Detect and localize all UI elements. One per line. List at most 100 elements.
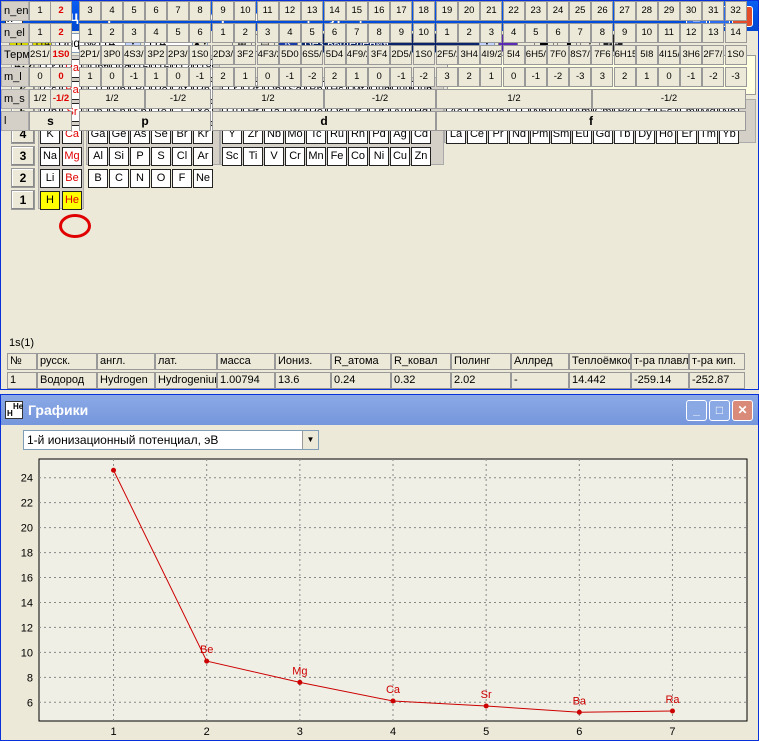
data-point xyxy=(204,658,210,664)
close-button[interactable]: ✕ xyxy=(732,400,753,421)
table-cell: 4 xyxy=(101,1,123,21)
y-tick-label: 14 xyxy=(21,597,33,609)
element-cell[interactable]: Ne xyxy=(193,169,213,188)
point-label: Mg xyxy=(292,665,307,677)
element-cell[interactable]: Ar xyxy=(193,147,213,166)
table-cell: 29 xyxy=(658,1,680,21)
table-cell: 7 xyxy=(167,1,189,21)
element-cell[interactable]: Ti xyxy=(243,147,263,166)
table-cell: 11 xyxy=(658,23,680,43)
table-cell: 3P0 xyxy=(101,45,123,65)
table-cell: 22 xyxy=(502,1,525,21)
table-row-label: m_s xyxy=(1,89,29,109)
element-cell[interactable]: Li xyxy=(40,169,60,188)
table-cell: 7F6 xyxy=(591,45,614,65)
prop-value: 0.24 xyxy=(331,372,391,389)
table-cell: 6 xyxy=(189,23,211,43)
element-cell[interactable]: Fe xyxy=(327,147,347,166)
element-cell[interactable]: S xyxy=(151,147,171,166)
element-cell[interactable]: Al xyxy=(88,147,108,166)
table-cell: 0 xyxy=(368,67,391,87)
table-cell: 1 xyxy=(436,23,458,43)
table-cell: 25 xyxy=(569,1,592,21)
table-cell: 30 xyxy=(680,1,703,21)
table-cell: 1 xyxy=(212,23,234,43)
prop-value: Водород xyxy=(37,372,97,389)
element-cell[interactable]: F xyxy=(172,169,192,188)
table-cell: 9 xyxy=(613,23,636,43)
element-cell[interactable]: B xyxy=(88,169,108,188)
element-cell[interactable]: Cu xyxy=(390,147,410,166)
table-cell: 2 xyxy=(50,23,72,43)
element-cell[interactable]: Cl xyxy=(172,147,192,166)
data-point xyxy=(483,703,489,709)
y-tick-label: 10 xyxy=(21,647,33,659)
element-cell[interactable]: Mg xyxy=(62,147,82,166)
element-cell[interactable]: Be xyxy=(62,169,82,188)
table-cell: 3P2 xyxy=(145,45,167,65)
prop-value: 1.00794 xyxy=(217,372,275,389)
table-cell: 18 xyxy=(412,1,435,21)
point-label: Sr xyxy=(481,689,492,701)
x-tick-label: 5 xyxy=(483,726,489,737)
table-cell: -2 xyxy=(702,67,725,87)
table-cell: 5 xyxy=(524,23,547,43)
element-cell[interactable]: Na xyxy=(40,147,60,166)
element-cell[interactable]: Si xyxy=(109,147,129,166)
y-tick-label: 8 xyxy=(27,672,33,684)
element-cell[interactable]: C xyxy=(109,169,129,188)
table-cell: 6H5/2 xyxy=(524,45,547,65)
ms-cell: 1/2 xyxy=(29,89,51,109)
prop-value: Hydrogenium xyxy=(155,372,217,389)
element-cell[interactable]: P xyxy=(130,147,150,166)
chevron-down-icon[interactable]: ▼ xyxy=(302,431,318,449)
element-cell[interactable]: N xyxy=(130,169,150,188)
table-cell: 2D3/2 xyxy=(212,45,234,65)
period-label: 1 xyxy=(11,190,35,210)
element-cell[interactable]: Co xyxy=(348,147,368,166)
element-cell[interactable]: Zn xyxy=(411,147,431,166)
table-row-label: Терм xyxy=(1,45,30,65)
data-point xyxy=(669,708,675,714)
element-cell[interactable]: Mn xyxy=(306,147,326,166)
table-cell: 2F7/2 xyxy=(702,45,725,65)
element-cell[interactable]: H xyxy=(40,191,60,210)
table-cell: 8 xyxy=(368,23,391,43)
table-cell: 4F9/2 xyxy=(345,45,368,65)
minimize-button[interactable]: _ xyxy=(686,400,707,421)
element-cell[interactable]: O xyxy=(151,169,171,188)
maximize-button[interactable]: □ xyxy=(709,400,730,421)
table-cell: 4F3/2 xyxy=(256,45,279,65)
table-cell: 6 xyxy=(145,1,167,21)
point-label: Ra xyxy=(665,694,680,706)
element-cell[interactable]: He xyxy=(62,191,82,210)
table-cell: 5I4 xyxy=(502,45,525,65)
element-cell[interactable]: Sc xyxy=(222,147,242,166)
table-cell: 1 xyxy=(635,67,658,87)
x-tick-label: 1 xyxy=(110,726,116,737)
ms-cell: -1/2 xyxy=(50,89,72,109)
table-cell: 12 xyxy=(680,23,703,43)
table-cell: 2P1/2 xyxy=(79,45,101,65)
prop-header: лат. xyxy=(155,353,217,370)
chart-window: He H Графики _ □ ✕ 1-й ионизационный поте… xyxy=(0,394,759,741)
element-cell[interactable]: V xyxy=(264,147,284,166)
table-cell: 4I15/2 xyxy=(658,45,680,65)
table-cell: 12 xyxy=(278,1,301,21)
table-cell: 2 xyxy=(212,67,234,87)
element-cell[interactable]: Cr xyxy=(285,147,305,166)
chart-titlebar[interactable]: He H Графики _ □ ✕ xyxy=(1,395,758,425)
prop-header: Иониз. xyxy=(275,353,331,370)
table-cell: -1 xyxy=(123,67,145,87)
table-cell: 1 xyxy=(480,67,503,87)
prop-header: т-ра плавл xyxy=(631,353,689,370)
table-cell: -1 xyxy=(680,67,703,87)
table-cell: 2 xyxy=(323,67,346,87)
table-cell: 1S0 xyxy=(724,45,747,65)
table-cell: 5I8 xyxy=(635,45,658,65)
property-dropdown[interactable]: 1-й ионизационный потенциал, эВ ▼ xyxy=(23,430,319,450)
y-tick-label: 22 xyxy=(21,498,33,510)
element-cell[interactable]: Ni xyxy=(369,147,389,166)
y-tick-label: 24 xyxy=(21,473,33,485)
table-cell: 5 xyxy=(301,23,324,43)
